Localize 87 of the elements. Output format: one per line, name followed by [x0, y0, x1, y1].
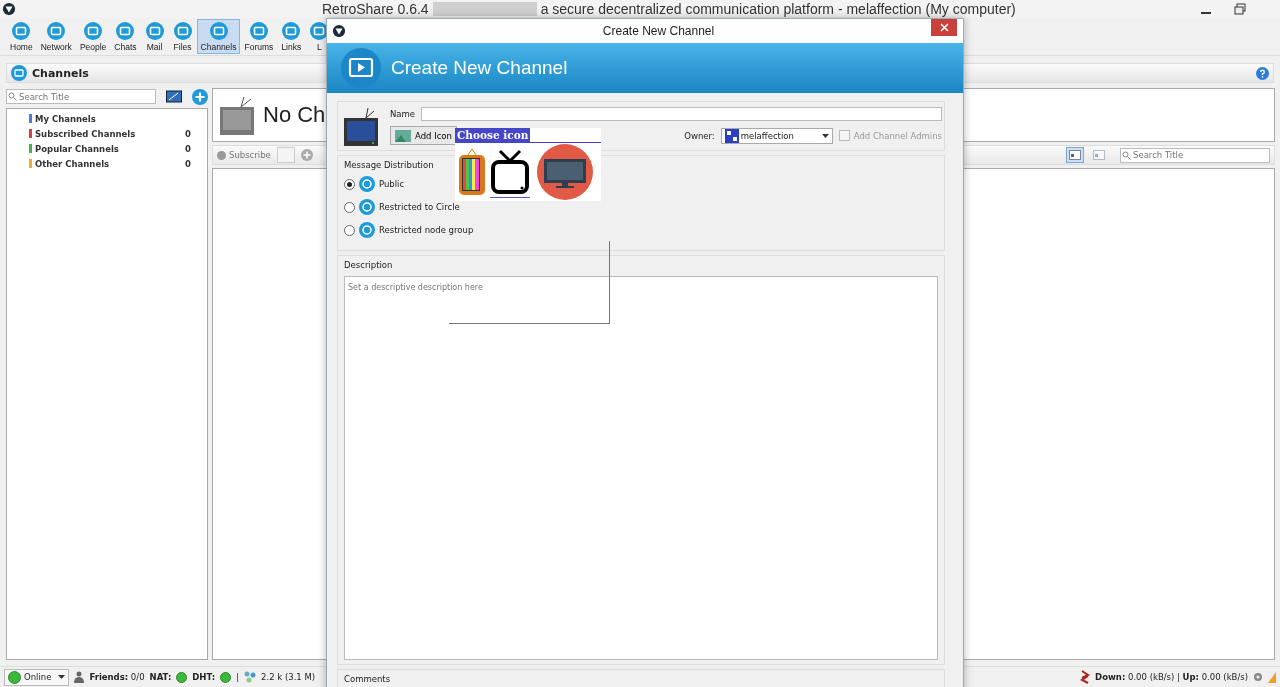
toolbar-button[interactable]: Network — [36, 19, 76, 54]
add-icon-button[interactable]: Add Icon — [390, 126, 457, 145]
identicon-icon — [724, 128, 739, 143]
nodes-icon — [244, 671, 257, 683]
channel-icon — [341, 48, 381, 88]
friends-count: Friends: 0/0 — [89, 672, 145, 682]
tree-item[interactable]: Other Channels 0 — [7, 156, 207, 171]
page-title: Channels — [32, 66, 89, 80]
list-view-icon — [1069, 150, 1081, 160]
search-field[interactable]: Search Title — [6, 89, 156, 104]
description-field[interactable]: Set a descriptive description here — [344, 276, 938, 660]
toolbar-button[interactable]: Chats — [110, 19, 141, 54]
tv-icon — [219, 95, 255, 135]
tree-item[interactable]: My Channels — [7, 111, 207, 126]
add-icon[interactable] — [192, 88, 208, 105]
restore-icon[interactable] — [1234, 3, 1246, 15]
item-count: 0 — [185, 128, 191, 139]
traffic-rates: Down: 0.00 (kB/s) | Up: 0.00 (kB/s) — [1095, 672, 1248, 682]
toolbar-icon — [11, 21, 32, 41]
toolbar-icon — [248, 21, 269, 41]
gear-icon — [1253, 672, 1263, 682]
status-dot — [220, 671, 232, 683]
icon-option[interactable] — [490, 147, 530, 198]
toolbar-icon — [46, 21, 67, 41]
group-title: Comments — [344, 674, 391, 684]
tv-icon — [458, 147, 486, 197]
group-title: Description — [344, 260, 394, 270]
caret-icon — [58, 675, 66, 679]
icon-option[interactable] — [534, 144, 596, 201]
peers-count: 2.2 k (3.1 M) — [261, 672, 316, 682]
tree-item[interactable]: Popular Channels 0 — [7, 141, 207, 156]
picker-title: Choose icon — [455, 128, 531, 142]
nat-label: NAT: — [149, 672, 172, 682]
toolbar-icon — [208, 21, 229, 41]
status-dot — [176, 671, 188, 683]
channel-name: No Ch — [263, 102, 326, 128]
item-count: 0 — [185, 143, 191, 154]
subscribe-button[interactable]: Subscribe — [217, 150, 271, 160]
toolbar-icon — [115, 21, 136, 41]
help-icon[interactable] — [1256, 66, 1269, 80]
tv-icon — [490, 147, 530, 197]
radio-option[interactable]: Restricted node group — [344, 221, 938, 239]
window-title: RetroShare 0.6.4 — [322, 1, 429, 17]
toolbar-button[interactable]: Links — [277, 19, 306, 54]
app-logo-icon — [332, 24, 346, 38]
dialog-title: Create New Channel — [601, 24, 715, 38]
dht-label: DHT: — [192, 672, 216, 682]
warning-icon — [1268, 671, 1276, 683]
toolbar-icon — [281, 21, 302, 41]
separator: | — [236, 672, 240, 682]
banner-title: Create New Channel — [391, 57, 568, 79]
owner-dropdown[interactable]: melaffection — [720, 127, 833, 144]
toolbar-button[interactable]: People — [75, 19, 111, 54]
view-mode-button[interactable] — [1066, 147, 1084, 163]
toolbar-icon — [172, 21, 193, 41]
caret-icon — [821, 133, 829, 138]
toolbar-button[interactable]: Channels — [196, 19, 241, 54]
icon-option[interactable] — [458, 147, 486, 198]
person-icon — [74, 671, 85, 683]
toolbar-button[interactable]: Files — [168, 19, 197, 54]
toolbar-button[interactable]: Mail — [140, 19, 169, 54]
tree-item[interactable]: Subscribed Channels 0 — [7, 126, 207, 141]
group-title: Message Distribution — [344, 160, 435, 170]
toolbar-button[interactable]: Home — [6, 19, 37, 54]
list-view-icon — [1093, 150, 1105, 160]
status-dropdown[interactable]: Online — [4, 668, 70, 686]
monitor-icon — [534, 144, 596, 200]
name-label: Name — [390, 109, 416, 119]
radio-button[interactable] — [344, 178, 355, 190]
item-count: 0 — [185, 158, 191, 169]
close-button[interactable] — [931, 19, 957, 36]
name-field[interactable] — [421, 107, 942, 121]
radio-button[interactable] — [344, 201, 355, 213]
owner-label: Owner: — [684, 130, 715, 141]
toolbar-button[interactable]: Forums — [240, 19, 278, 54]
window-title: a secure decentralized communication platform - melaffection (My computer) — [540, 1, 1016, 17]
radio-option[interactable]: Restricted to Circle — [344, 198, 938, 216]
radio-option[interactable]: Public — [344, 175, 938, 193]
transfer-icon — [1080, 670, 1091, 684]
toolbar-icon — [83, 21, 104, 41]
radio-button[interactable] — [344, 224, 355, 236]
close-icon — [939, 23, 949, 32]
toolbar-icon — [144, 21, 165, 41]
image-icon[interactable] — [166, 89, 182, 104]
search-field[interactable]: Search Title — [1120, 147, 1270, 163]
image-icon — [395, 129, 411, 142]
tv-icon — [344, 106, 378, 146]
